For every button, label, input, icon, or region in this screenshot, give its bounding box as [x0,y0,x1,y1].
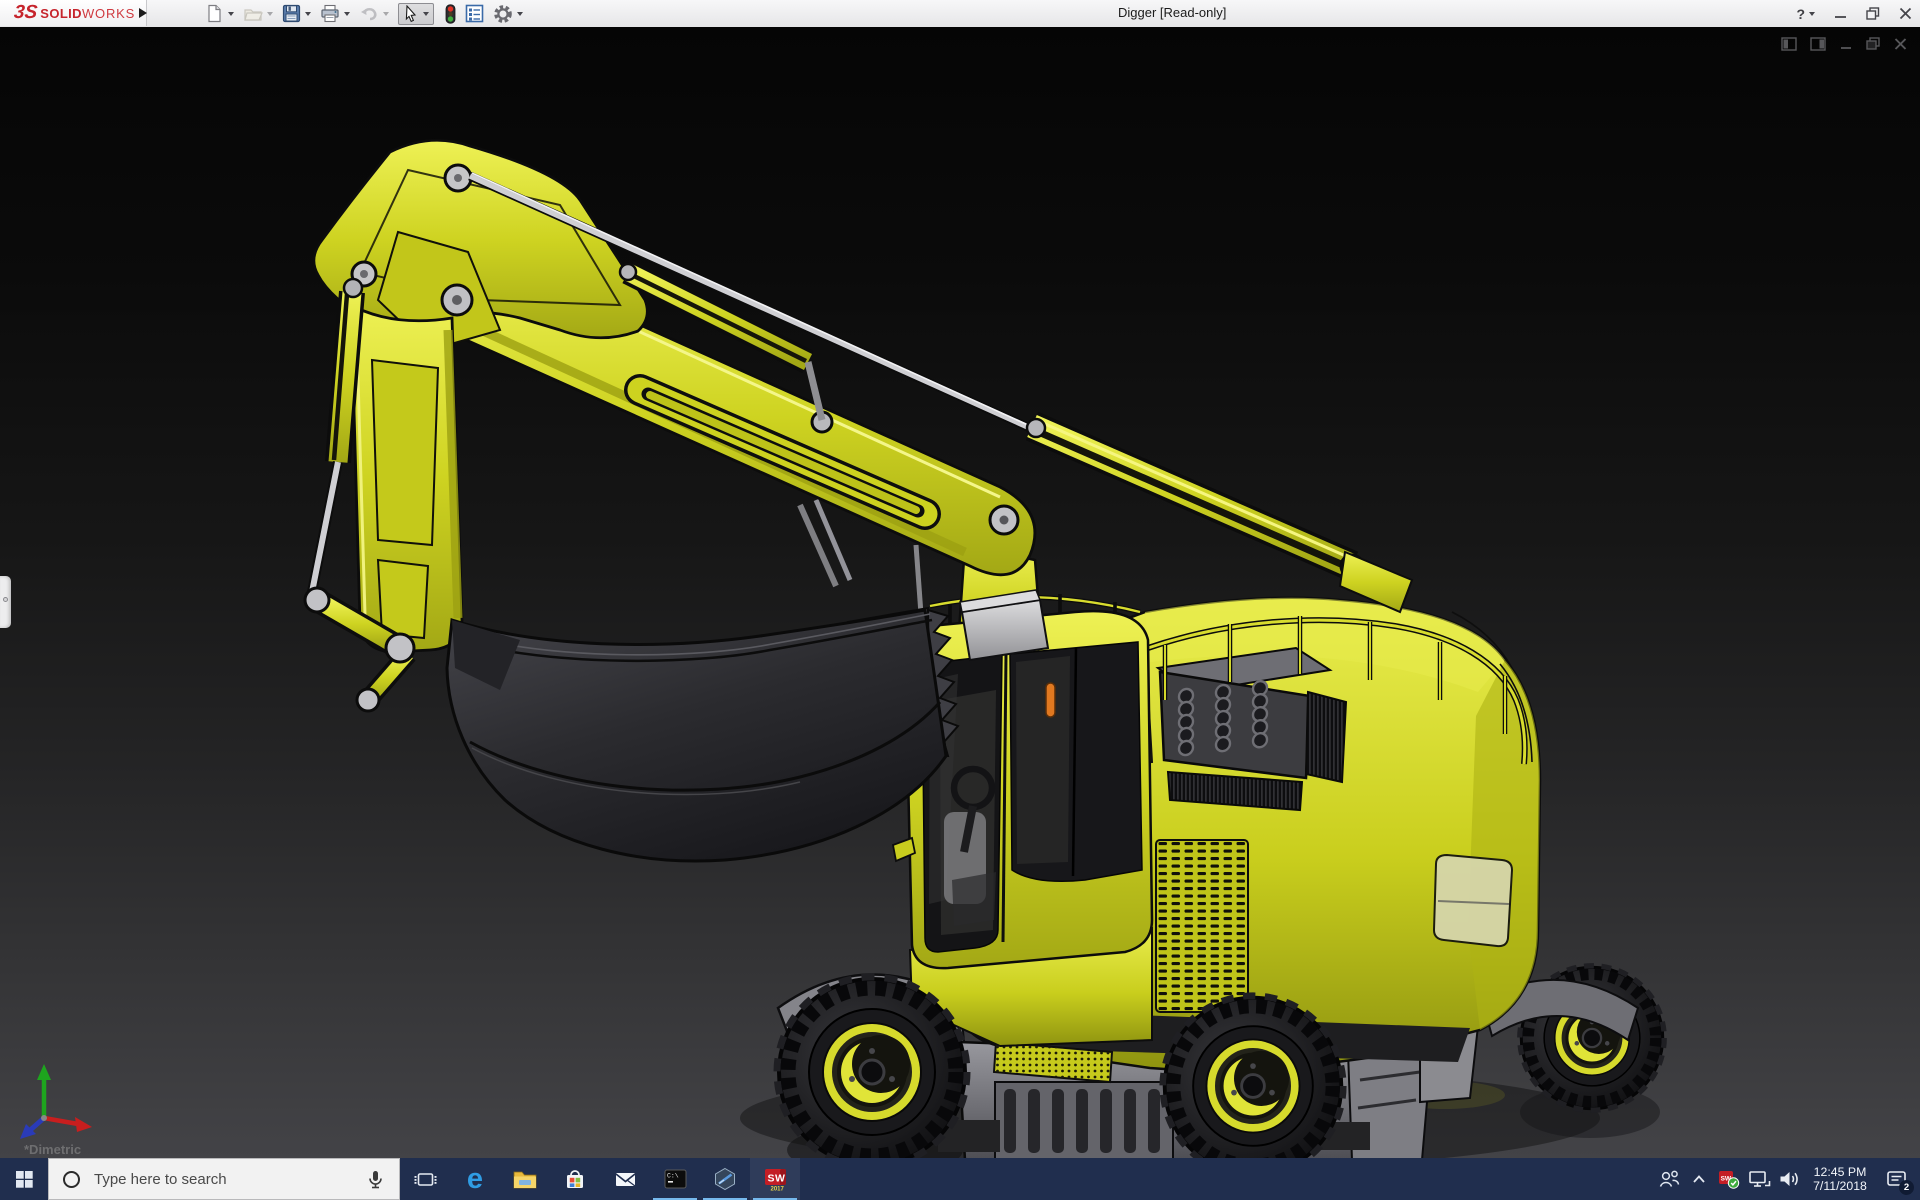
rebuild-button[interactable] [445,3,456,24]
restore-button[interactable] [1866,7,1880,20]
rebuild-traffic-light-icon [445,3,456,24]
taskbar-app-store[interactable] [550,1158,600,1200]
select-tool-button[interactable] [398,2,434,25]
dropdown-caret-icon[interactable] [228,11,234,16]
volume-icon [1780,1172,1798,1186]
help-button[interactable]: ? [1796,6,1815,22]
taskbar-app-file-explorer[interactable] [500,1158,550,1200]
taskbar-app-edge[interactable]: e [450,1158,500,1200]
doc-close-icon[interactable] [1893,36,1908,52]
action-center-button[interactable]: 2 [1876,1158,1918,1200]
document-window-controls [1781,36,1908,52]
orientation-triad [20,1064,92,1139]
new-document-button[interactable] [205,4,234,23]
network-icon [1748,1171,1770,1187]
select-cursor-icon [405,4,417,22]
network-tray[interactable] [1744,1158,1774,1200]
save-button[interactable] [282,4,311,23]
brand-works: WORKS [81,5,136,21]
notification-badge: 2 [1899,1180,1914,1195]
undo-button[interactable] [359,4,389,23]
window-title: Digger [Read-only] [1118,5,1227,20]
people-button[interactable] [1654,1158,1684,1200]
tray-expand-button[interactable] [1684,1158,1714,1200]
file-properties-icon [465,4,484,23]
minimize-button[interactable] [1834,7,1847,20]
taskbar-app-mail[interactable] [600,1158,650,1200]
options-gear-icon [494,4,512,23]
system-tray: SW 12:45 PM 7/11/2018 2 [1654,1158,1920,1200]
edrawings-hexagon-icon [715,1167,735,1191]
screen: 3S SOLID WORKS Digger [Read-only] ? *Dim… [0,0,1920,1200]
edge-icon: e [466,1162,484,1195]
pane-left-icon[interactable] [1781,36,1798,52]
graphics-viewport[interactable]: *Dimetric [0,27,1920,1158]
quick-toolbar [205,0,532,27]
cortana-icon [63,1170,80,1188]
dropdown-caret-icon[interactable] [305,11,311,16]
solidworks-logo: 3S SOLID WORKS [0,0,147,26]
dassault-3s-icon: 3S [12,2,39,23]
solidworks-monitor-tray[interactable]: SW [1714,1158,1744,1200]
solidworks-monitor-icon: SW [1719,1171,1740,1189]
store-icon [567,1170,583,1188]
print-icon [321,4,339,23]
help-icon: ? [1796,5,1805,22]
command-prompt-icon: C:\ [664,1169,686,1189]
svg-text:C:\: C:\ [667,1173,679,1180]
options-button[interactable] [493,4,523,24]
new-document-icon [208,4,221,23]
bucket [445,606,960,863]
start-button[interactable] [0,1158,48,1200]
taskbar-app-edrawings[interactable] [700,1158,750,1200]
view-orientation-label: *Dimetric [24,1142,82,1157]
svg-text:2017: 2017 [770,1186,784,1192]
taskbar-apps: e C:\ SW 2017 [400,1158,800,1200]
save-icon [282,4,301,23]
pane-right-icon[interactable] [1810,36,1827,52]
solidworks-2017-icon: SW 2017 [764,1168,786,1192]
file-properties-button[interactable] [465,4,484,23]
menu-flyout-icon[interactable] [139,8,147,18]
excavator-model[interactable] [0,27,1920,1158]
chevron-up-icon [1693,1175,1705,1183]
microphone-icon[interactable] [364,1168,387,1191]
dropdown-caret-icon[interactable] [423,11,429,16]
taskbar-search[interactable] [48,1158,400,1200]
doc-minimize-icon[interactable] [1839,36,1853,52]
file-explorer-icon [513,1171,537,1189]
windows-logo-icon [15,1170,33,1188]
tab-grip-icon [3,597,8,602]
clock[interactable]: 12:45 PM 7/11/2018 [1808,1165,1872,1193]
mail-icon [614,1173,636,1187]
undo-icon [361,7,377,21]
taskbar-app-solidworks[interactable]: SW 2017 [750,1158,800,1200]
clock-time: 12:45 PM [1813,1165,1867,1179]
task-pane-collapsed-tab[interactable] [0,576,11,628]
search-input[interactable] [92,1169,364,1189]
dropdown-caret-icon[interactable] [267,11,273,16]
clock-date: 7/11/2018 [1813,1179,1867,1193]
windows-taskbar: e [0,1158,1920,1200]
dipper-arm [343,299,464,654]
dropdown-caret-icon[interactable] [344,11,350,16]
open-button[interactable] [243,4,273,23]
open-icon [244,9,263,21]
dropdown-caret-icon [1809,11,1815,16]
taskbar-app-command-prompt[interactable]: C:\ [650,1158,700,1200]
brand-solid: SOLID [40,5,82,21]
dropdown-caret-icon[interactable] [383,11,389,16]
volume-tray[interactable] [1774,1158,1804,1200]
close-button[interactable] [1899,7,1912,20]
dropdown-caret-icon[interactable] [517,11,523,16]
doc-restore-icon[interactable] [1865,36,1881,52]
window-controls: ? [1796,0,1912,27]
task-view-button[interactable] [400,1158,450,1200]
task-view-icon [414,1172,436,1186]
people-icon [1659,1170,1680,1187]
print-button[interactable] [320,4,350,23]
svg-text:SW: SW [767,1172,785,1184]
title-bar: 3S SOLID WORKS Digger [Read-only] ? [0,0,1920,28]
